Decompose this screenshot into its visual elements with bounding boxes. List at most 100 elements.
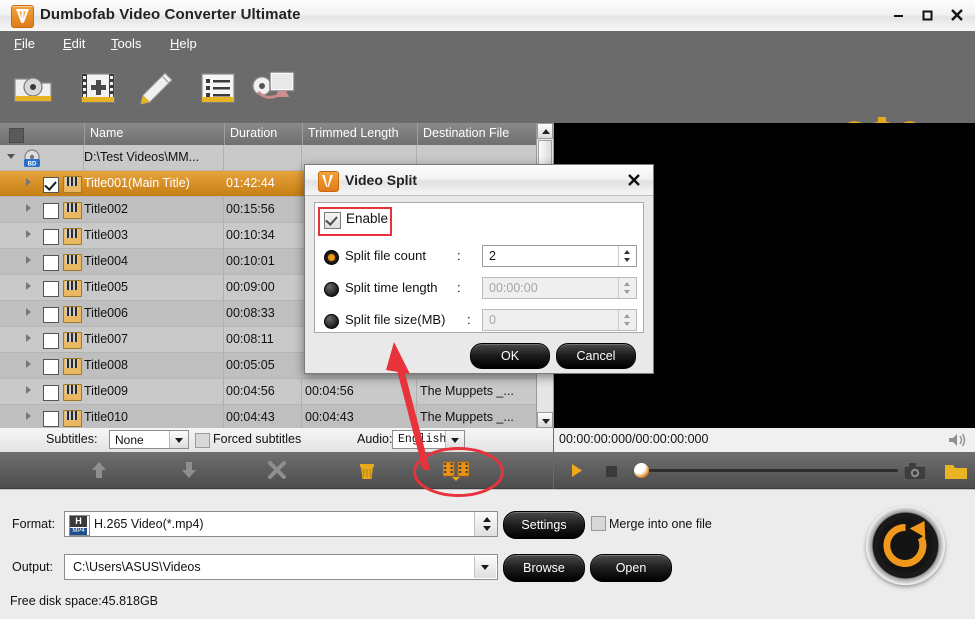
row-name: Title002 [84, 202, 128, 216]
stop-icon[interactable] [606, 465, 617, 480]
maximize-button[interactable] [913, 4, 942, 26]
forced-subtitles-checkbox[interactable] [195, 433, 210, 448]
split-time-length-spinner[interactable] [618, 278, 636, 298]
menu-item-tools[interactable]: Tools [111, 36, 141, 51]
speaker-icon[interactable] [947, 432, 967, 451]
enable-checkbox[interactable] [324, 212, 341, 229]
expand-chevron-icon[interactable] [26, 230, 31, 238]
column-header-name[interactable]: Name [90, 126, 123, 140]
triangle-up-icon [542, 129, 550, 134]
expand-chevron-icon[interactable] [26, 256, 31, 264]
ok-button[interactable]: OK [470, 343, 550, 369]
radio-split-file-count[interactable] [324, 250, 339, 265]
load-disc-icon[interactable] [10, 65, 56, 114]
radio-split-file-size[interactable] [324, 314, 339, 329]
seek-track[interactable] [642, 469, 898, 472]
subtitles-label: Subtitles: [46, 432, 97, 446]
row-checkbox[interactable] [43, 255, 59, 271]
svg-text:BD: BD [28, 162, 37, 168]
table-row[interactable]: Title010 00:04:43 00:04:43 The Muppets _… [0, 405, 537, 428]
scroll-up-button[interactable] [537, 123, 553, 139]
split-file-count-spinner[interactable] [618, 246, 636, 266]
expand-chevron-icon[interactable] [26, 282, 31, 290]
row-name: Title006 [84, 306, 128, 320]
row-checkbox[interactable] [43, 359, 59, 375]
settings-button[interactable]: Settings [503, 511, 585, 539]
expand-chevron-icon[interactable] [26, 178, 31, 186]
split-time-length-label: Split time length [345, 280, 438, 295]
split-file-size-input[interactable]: 0 [482, 309, 637, 331]
format-select[interactable]: H MP4 H.265 Video(*.mp4) [64, 511, 498, 537]
column-header-destination-file[interactable]: Destination File [423, 126, 509, 140]
video-file-icon [63, 176, 82, 193]
browse-button[interactable]: Browse [503, 554, 585, 582]
list-icon[interactable] [196, 66, 240, 113]
free-disk-space-label: Free disk space:45.818GB [10, 594, 158, 608]
move-down-icon[interactable] [178, 460, 200, 483]
delete-all-icon[interactable] [356, 459, 378, 484]
menu-item-help[interactable]: Help [170, 36, 197, 51]
split-file-size-spinner[interactable] [618, 310, 636, 330]
merge-into-one-file-checkbox[interactable] [591, 516, 606, 531]
convert-button[interactable] [866, 506, 945, 585]
subtitles-select[interactable]: None [109, 430, 189, 449]
row-name: Title009 [84, 384, 128, 398]
enable-label: Enable [346, 211, 388, 226]
row-name: Title004 [84, 254, 128, 268]
select-all-checkbox[interactable] [9, 128, 24, 143]
expand-chevron-icon[interactable] [26, 308, 31, 316]
row-checkbox[interactable] [43, 281, 59, 297]
output-label: Output: [12, 560, 53, 574]
folder-icon[interactable] [944, 463, 968, 483]
row-checkbox[interactable] [43, 333, 59, 349]
row-checkbox[interactable] [43, 411, 59, 427]
scroll-down-button[interactable] [537, 412, 553, 428]
dialog-close-button[interactable] [625, 171, 643, 189]
remove-icon[interactable] [266, 460, 288, 483]
seek-handle[interactable] [634, 463, 649, 478]
radio-split-time-length[interactable] [324, 282, 339, 297]
expand-chevron-icon[interactable] [26, 412, 31, 420]
menu-item-edit[interactable]: Edit [63, 36, 85, 51]
edit-pencil-icon[interactable] [132, 65, 178, 114]
chevron-down-icon[interactable] [474, 556, 496, 578]
split-file-count-input[interactable]: 2 [482, 245, 637, 267]
row-checkbox[interactable] [43, 385, 59, 401]
annotation-circle [413, 447, 504, 497]
format-spinner[interactable] [474, 512, 497, 536]
add-video-icon[interactable] [76, 66, 120, 113]
close-button[interactable] [942, 4, 971, 26]
row-checkbox[interactable] [43, 203, 59, 219]
expand-chevron-icon[interactable] [26, 386, 31, 394]
column-header-trimmed-length[interactable]: Trimmed Length [308, 126, 399, 140]
window-controls [884, 4, 971, 26]
split-time-length-input[interactable]: 00:00:00 [482, 277, 637, 299]
move-up-icon[interactable] [88, 460, 110, 483]
video-split-dialog: Video Split Enable Split file count : 2 [304, 164, 654, 374]
row-duration: 00:05:05 [226, 358, 275, 372]
table-row[interactable]: Title009 00:04:56 00:04:56 The Muppets _… [0, 379, 537, 405]
audio-label: Audio: [357, 432, 392, 446]
cancel-button[interactable]: Cancel [556, 343, 636, 369]
expand-chevron-icon[interactable] [26, 360, 31, 368]
camera-icon[interactable] [904, 463, 926, 483]
row-checkbox[interactable] [43, 229, 59, 245]
column-header-duration[interactable]: Duration [230, 126, 277, 140]
row-duration: 00:10:34 [226, 228, 275, 242]
chevron-down-icon[interactable] [169, 431, 188, 448]
row-checkbox[interactable] [43, 177, 59, 193]
chevron-down-icon[interactable] [445, 431, 464, 448]
menu-item-file[interactable]: FFileile [14, 36, 35, 51]
output-path-field[interactable]: C:\Users\ASUS\Videos [64, 554, 498, 580]
disc-to-screen-icon[interactable] [248, 64, 300, 115]
play-icon[interactable] [570, 463, 584, 481]
expand-chevron-icon[interactable] [26, 204, 31, 212]
row-checkbox[interactable] [43, 307, 59, 323]
row-trimmed-length: 00:04:56 [305, 384, 354, 398]
open-button[interactable]: Open [590, 554, 672, 582]
expand-chevron-icon[interactable] [26, 334, 31, 342]
split-time-length-value: 00:00:00 [489, 281, 538, 295]
row-duration: 00:08:11 [226, 332, 274, 346]
minimize-button[interactable] [884, 4, 913, 26]
expand-chevron-down-icon[interactable] [7, 154, 15, 159]
